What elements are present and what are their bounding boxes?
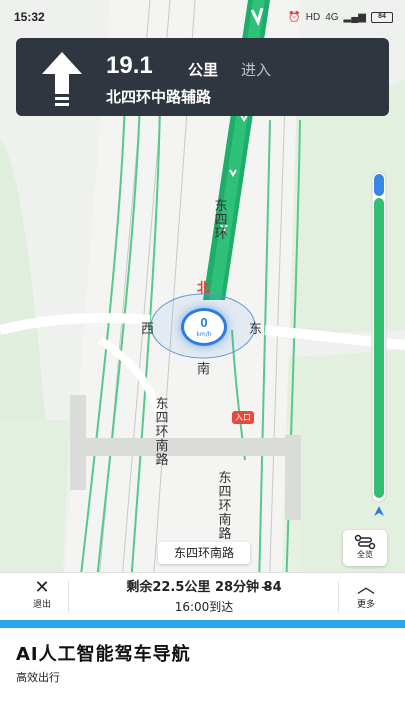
more-label: 更多	[356, 600, 375, 610]
overview-label: 全览	[357, 550, 373, 559]
road-label-east-4th-ring-south: 东四环南路	[155, 397, 169, 468]
guidance-road: 北四环中路辅路	[106, 88, 212, 106]
exit-label: 退出	[32, 600, 51, 610]
more-button[interactable]: ︿ 更多	[344, 577, 388, 617]
close-icon: ✕	[34, 577, 50, 598]
road-label-east-4th-ring-south-2: 东四环南路	[218, 471, 232, 542]
divider	[68, 581, 69, 613]
navigation-screen: 15:32 ⏰ HD 4G ▂▄▆ 84 19.1 公里 进入 北四环中路辅路 …	[0, 0, 405, 628]
signal-icon: ▂▄▆	[343, 11, 366, 23]
speed-value: 0	[200, 315, 208, 330]
alarm-icon: ⏰	[288, 11, 301, 23]
hd-icon: HD	[305, 11, 321, 23]
guidance-distance: 19.1	[106, 52, 153, 79]
speed-indicator: 0 km/h	[181, 308, 227, 346]
compass-south: 南	[197, 362, 211, 377]
speed-unit: km/h	[196, 331, 212, 338]
straight-arrow-icon	[42, 52, 82, 106]
entrance-tag: 入口	[232, 411, 254, 424]
route-progress-bar	[371, 171, 387, 516]
status-bar: 15:32 ⏰ HD 4G ▂▄▆ 84	[0, 0, 405, 34]
divider	[338, 581, 339, 613]
signal-4g-icon: 4G	[325, 11, 339, 23]
turn-guidance-card[interactable]: 19.1 公里 进入 北四环中路辅路	[16, 38, 389, 116]
route-overview-icon	[354, 534, 376, 550]
trip-info[interactable]: 剩余22.5公里 28分钟 8̶4 16:00到达	[70, 578, 338, 616]
promo-title: AI人工智能驾车导航	[16, 644, 191, 665]
bottom-bar: ✕ 退出 剩余22.5公里 28分钟 8̶4 16:00到达 ︿ 更多	[0, 572, 405, 620]
trip-remaining: 剩余22.5公里 28分钟 8̶4	[126, 580, 282, 595]
overview-button[interactable]: 全览	[343, 530, 387, 566]
guidance-action: 进入	[241, 61, 272, 79]
battery-icon: 84	[371, 11, 393, 23]
status-icons: ⏰ HD 4G ▂▄▆ 84	[288, 8, 393, 26]
compass-west: 西	[141, 322, 155, 337]
compass-north: 北	[197, 281, 211, 296]
bottom-accent-strip	[0, 620, 405, 628]
promo-subtitle: 高效出行	[16, 671, 60, 684]
compass-east: 东	[249, 322, 263, 337]
current-road-label: 东四环南路	[158, 542, 250, 564]
exit-button[interactable]: ✕ 退出	[20, 577, 64, 617]
road-label-east-4th-ring: 东四环	[214, 199, 228, 242]
guidance-unit: 公里	[188, 61, 219, 79]
chevron-up-icon: ︿	[357, 577, 375, 598]
status-time: 15:32	[14, 10, 45, 24]
trip-arrival-time: 16:00到达	[174, 600, 234, 614]
